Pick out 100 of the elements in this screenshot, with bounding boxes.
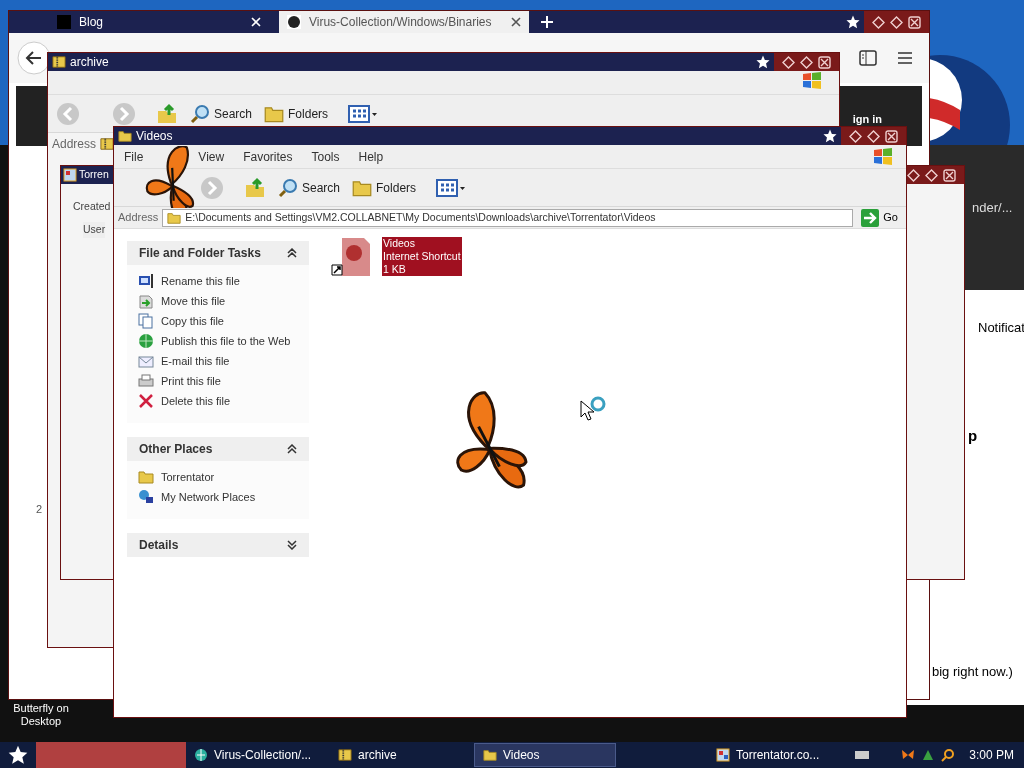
task-link[interactable]: Copy this file [161, 312, 224, 330]
move-icon [138, 293, 154, 309]
task-icon [716, 748, 730, 762]
folder-icon [483, 748, 497, 762]
task-link[interactable]: Move this file [161, 292, 226, 310]
windows-logo-icon [872, 146, 894, 167]
menu-item[interactable]: Tools [311, 147, 340, 166]
expand-icon[interactable] [287, 540, 297, 550]
butterfly-drawing [144, 146, 196, 208]
window-title: archive [70, 54, 109, 71]
folder-up-icon[interactable] [156, 102, 178, 125]
folder-icon [138, 469, 154, 485]
menu-item[interactable]: View [198, 147, 225, 166]
tab-title: Blog [79, 14, 105, 31]
taskbar-button[interactable]: Videos [474, 743, 616, 767]
star-icon [823, 129, 837, 143]
menu-item[interactable]: Favorites [243, 147, 293, 166]
search-button[interactable]: Search [278, 177, 341, 198]
taskbar-button[interactable]: Torrentator.co... [708, 743, 850, 767]
new-tab-icon[interactable] [541, 16, 553, 28]
window-title: Videos [136, 128, 173, 145]
address-field[interactable]: E:\Documents and Settings\VM2.COLLABNET\My Documents\Downloads\archive\Torrentator\Videos [162, 208, 854, 227]
menu-item[interactable]: File [124, 147, 144, 166]
folder-icon [167, 210, 182, 225]
search-icon [278, 177, 298, 198]
panel-title: Details [139, 537, 179, 554]
zip-folder-icon [338, 748, 352, 762]
star-icon [756, 55, 770, 69]
maximize-icon[interactable] [925, 168, 938, 182]
keyboard-icon [855, 751, 870, 759]
windows-logo-icon [801, 71, 823, 91]
list-number: 2 [36, 502, 43, 517]
views-icon[interactable] [348, 103, 379, 124]
rename-icon [138, 273, 154, 289]
panel-header[interactable]: Other Places [127, 437, 309, 461]
star-icon [8, 745, 28, 765]
busy-cursor-icon [580, 395, 606, 423]
back-icon[interactable] [17, 41, 51, 75]
collapse-icon[interactable] [287, 248, 297, 258]
envelope-icon [138, 353, 154, 369]
task-link[interactable]: Rename this file [161, 272, 240, 290]
tray-icon[interactable] [921, 748, 936, 762]
file-name: Videos [383, 237, 416, 250]
browser-tab[interactable]: Virus-Collection/Windows/Binaries [279, 11, 529, 33]
views-icon[interactable] [436, 177, 467, 198]
task-link[interactable]: Print this file [161, 372, 221, 390]
window-title: Torren [79, 167, 109, 183]
go-arrow-icon [861, 208, 880, 227]
search-icon[interactable] [941, 748, 956, 762]
heading: p [968, 427, 978, 444]
link[interactable]: nder/... [972, 200, 1013, 215]
maximize-icon[interactable] [800, 55, 813, 69]
panel-header[interactable]: Details [127, 533, 309, 557]
task-link[interactable]: Torrentator [161, 468, 215, 486]
folders-button[interactable]: Folders [352, 177, 417, 198]
folders-button[interactable]: Folders [264, 103, 329, 124]
site-icon [57, 15, 71, 29]
folder-icon [118, 129, 132, 143]
task-link[interactable]: E-mail this file [161, 352, 230, 370]
sidebar-icon[interactable] [859, 50, 877, 66]
go-button[interactable]: Go [857, 208, 902, 227]
task-icon [194, 748, 208, 762]
menu-item[interactable]: Help [358, 147, 384, 166]
task-link[interactable]: Publish this file to the Web [161, 332, 291, 350]
desktop-icon-label[interactable]: Butterfly on Desktop [6, 702, 76, 728]
field-label: Created [73, 199, 111, 214]
minimize-icon[interactable] [907, 168, 920, 182]
file-label[interactable]: Videos Internet Shortcut 1 KB [382, 237, 462, 276]
zip-folder-icon [100, 137, 115, 151]
clock: 3:00 PM [969, 747, 1014, 764]
search-button[interactable]: Search [190, 103, 253, 124]
copy-icon [138, 313, 154, 329]
close-icon[interactable] [511, 17, 521, 27]
address-label: Address [52, 136, 97, 153]
zip-folder-icon [52, 55, 66, 69]
maximize-icon[interactable] [890, 15, 903, 29]
taskbar-button[interactable]: Virus-Collection/... [186, 743, 328, 767]
file-size: 1 KB [383, 263, 407, 276]
taskbar-button[interactable]: archive [330, 743, 472, 767]
network-icon [138, 489, 154, 505]
column-header[interactable]: User [83, 221, 106, 238]
search-icon [190, 103, 210, 124]
panel-header[interactable]: File and Folder Tasks [127, 241, 309, 265]
text: big right now.) [932, 664, 1013, 679]
collapse-icon[interactable] [287, 444, 297, 454]
minimize-icon[interactable] [782, 55, 795, 69]
minimize-icon[interactable] [849, 129, 862, 143]
minimize-icon[interactable] [872, 15, 885, 29]
maximize-icon[interactable] [867, 129, 880, 143]
menu-icon[interactable] [897, 51, 913, 65]
task-link[interactable]: My Network Places [161, 488, 256, 506]
address-label: Address [118, 210, 159, 226]
delete-icon [138, 393, 154, 409]
folder-up-icon[interactable] [244, 176, 266, 199]
globe-icon [138, 333, 154, 349]
task-link[interactable]: Delete this file [161, 392, 231, 410]
butterfly-tray-icon[interactable] [901, 749, 916, 761]
notifications-tab[interactable]: Notificat [978, 320, 1024, 335]
sign-in-link[interactable]: ign in [852, 113, 882, 125]
app-icon [63, 168, 77, 182]
